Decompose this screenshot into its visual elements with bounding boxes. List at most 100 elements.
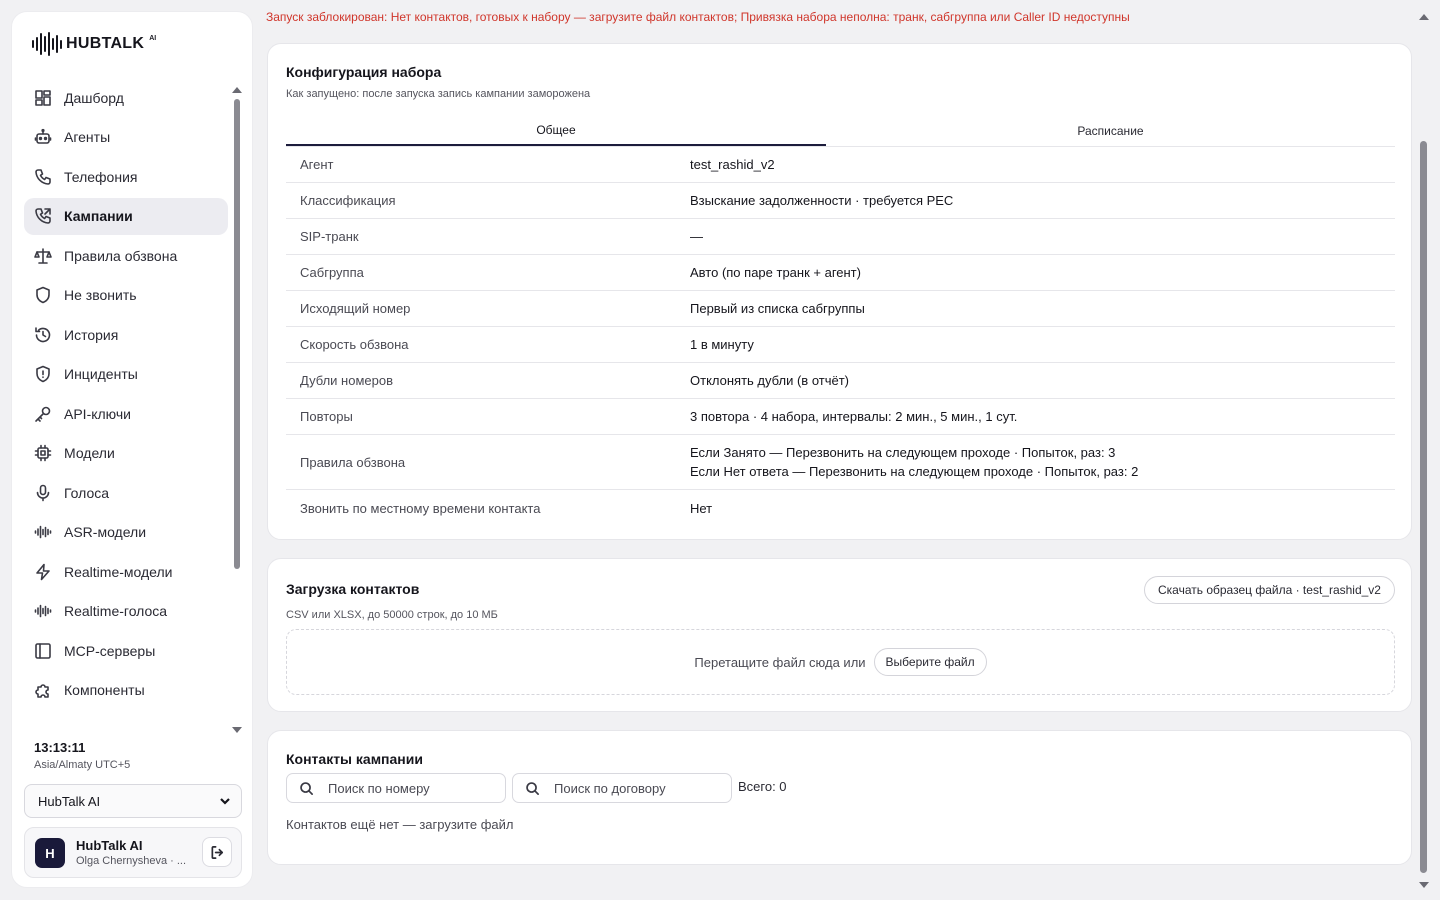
config-value: Отклонять дубли (в отчёт): [690, 373, 850, 388]
sidebar-item-label: Realtime-голоса: [64, 603, 168, 619]
campaign-contacts-card: Контакты кампании Поиск по номеру Поиск …: [267, 730, 1412, 865]
launch-blocked-alert: Запуск заблокирован: Нет контактов, гото…: [266, 10, 1130, 24]
config-value-cell: Если Занято — Перезвонить на следующем п…: [690, 443, 1138, 481]
sidebar-item-label: Модели: [64, 445, 115, 461]
sidebar-item-label: Агенты: [64, 129, 111, 145]
search-contract-input[interactable]: Поиск по договору: [554, 781, 666, 796]
logo-text: HUBTALK: [66, 35, 145, 52]
config-value-cell: 1 в минуту: [690, 335, 754, 354]
main-scrollbar[interactable]: [1418, 10, 1430, 890]
config-value: Нет: [690, 500, 713, 516]
scroll-down-arrow-icon[interactable]: [1419, 882, 1429, 888]
org-select[interactable]: HubTalk AI: [24, 784, 242, 818]
config-key: Классификация: [300, 193, 396, 208]
timezone: Asia/Almaty UTC+5: [34, 759, 131, 771]
config-value-cell: —: [690, 227, 703, 246]
sidebar-item-label: История: [64, 326, 119, 343]
config-row: Дубли номеров Отклонять дубли (в отчёт): [286, 363, 1395, 399]
lightning-icon: [36, 563, 50, 580]
waveform-icon: [34, 525, 52, 539]
history-icon: [35, 326, 51, 342]
config-row: Звонить по местному времени контакта Нет: [286, 490, 1395, 526]
sidebar-item-2[interactable]: Телефония: [24, 158, 228, 195]
sidebar-item-3[interactable]: Кампании: [24, 197, 228, 235]
avatar: H: [35, 838, 65, 868]
config-row: SIP-транк —: [286, 219, 1395, 255]
config-key: Правила обзвона: [300, 454, 406, 470]
dial-config-title: Конфигурация набора: [286, 64, 442, 80]
config-value-cell: test_rashid_v2: [690, 155, 775, 174]
scrollbar-thumb[interactable]: [234, 99, 240, 569]
robot-icon: [34, 128, 52, 144]
sidebar-item-0[interactable]: Дашборд: [24, 79, 228, 116]
config-value-cell: Авто (по паре транк + агент): [690, 263, 861, 282]
scroll-up-arrow-icon[interactable]: [232, 87, 242, 93]
dashboard-icon: [35, 89, 51, 106]
sidebar-item-12[interactable]: Realtime-модели: [24, 553, 228, 590]
contacts-empty-message: Контактов ещё нет — загрузите файл: [286, 817, 514, 832]
logo-sup: AI: [149, 34, 157, 42]
sidebar-item-5[interactable]: Не звонить: [24, 277, 228, 314]
config-tabs: Общее Расписание: [286, 116, 1395, 146]
sidebar-item-label: Дашборд: [64, 89, 124, 106]
config-value-cell: Нет: [690, 499, 712, 518]
config-value-cell: Первый из списка сабгруппы: [690, 299, 865, 318]
logout-icon: [211, 845, 223, 859]
config-value-cell: Отклонять дубли (в отчёт): [690, 371, 849, 390]
tab-general[interactable]: Общее: [286, 116, 826, 146]
config-row: Скорость обзвона 1 в минуту: [286, 327, 1395, 363]
tab-schedule[interactable]: Расписание: [826, 116, 1395, 146]
config-key: SIP-транк: [300, 229, 359, 244]
logo[interactable]: HUBTALK AI: [32, 32, 156, 56]
sidebar-item-13[interactable]: Realtime-голоса: [24, 593, 228, 630]
key-icon: [35, 406, 51, 422]
sidebar-item-10[interactable]: Голоса: [24, 474, 228, 511]
search-icon: [526, 781, 539, 795]
config-value: —: [690, 229, 703, 244]
scale-icon: [34, 247, 52, 264]
sidebar-item-15[interactable]: Компоненты: [24, 672, 228, 709]
contacts-total: Всего: 0: [738, 779, 787, 794]
scroll-down-arrow-icon[interactable]: [232, 727, 242, 733]
config-key: Сабгруппа: [300, 265, 364, 280]
config-key: Агент: [300, 157, 334, 172]
user-card[interactable]: H HubTalk AI Olga Chernysheva · ...: [24, 827, 242, 878]
search-phone-input[interactable]: Поиск по номеру: [328, 781, 430, 796]
puzzle-icon: [35, 684, 49, 698]
cpu-icon: [34, 444, 52, 462]
sidebar-item-8[interactable]: API-ключи: [24, 395, 228, 432]
sidebar-item-label: Телефония: [64, 168, 138, 185]
download-sample-button[interactable]: Скачать образец файла · test_rashid_v2: [1144, 576, 1395, 604]
sidebar-item-7[interactable]: Инциденты: [24, 356, 228, 393]
sidebar-item-1[interactable]: Агенты: [24, 119, 228, 156]
sidebar-item-label: Realtime-модели: [64, 563, 173, 580]
config-key: Повторы: [300, 409, 353, 424]
sidebar-item-9[interactable]: Модели: [24, 435, 228, 472]
config-value: 1 в минуту: [690, 337, 754, 352]
shield-alert-icon: [36, 365, 50, 383]
logo-wave-icon: [32, 32, 62, 56]
upload-contacts-card: Загрузка контактов CSV или XLSX, до 5000…: [267, 558, 1412, 712]
search-phone-field[interactable]: Поиск по номеру: [286, 773, 506, 803]
shield-icon: [36, 286, 50, 304]
sidebar-item-label: API-ключи: [64, 405, 131, 422]
logout-button[interactable]: [202, 837, 232, 867]
user-name: HubTalk AI: [76, 838, 143, 853]
sidebar-item-label: Кампании: [64, 208, 133, 224]
config-key: Исходящий номер: [300, 301, 411, 316]
search-contract-field[interactable]: Поиск по договору: [512, 773, 732, 803]
scrollbar-thumb[interactable]: [1420, 141, 1427, 873]
phone-icon: [35, 168, 51, 185]
mic-icon: [36, 484, 50, 501]
scroll-up-arrow-icon[interactable]: [1419, 14, 1429, 20]
sidebar-scrollbar[interactable]: [230, 87, 244, 733]
sidebar-item-6[interactable]: История: [24, 316, 228, 353]
sidebar-item-11[interactable]: ASR-модели: [24, 514, 228, 551]
sidebar-item-14[interactable]: MCP-серверы: [24, 632, 228, 669]
sidebar-item-label: MCP-серверы: [64, 642, 156, 659]
file-dropzone[interactable]: Перетащите файл сюда или Выберите файл: [286, 629, 1395, 695]
choose-file-button[interactable]: Выберите файл: [873, 648, 987, 676]
waveform-icon: [34, 604, 52, 618]
sidebar-item-4[interactable]: Правила обзвона: [24, 237, 228, 274]
config-value: Авто (по паре транк + агент): [690, 265, 861, 280]
